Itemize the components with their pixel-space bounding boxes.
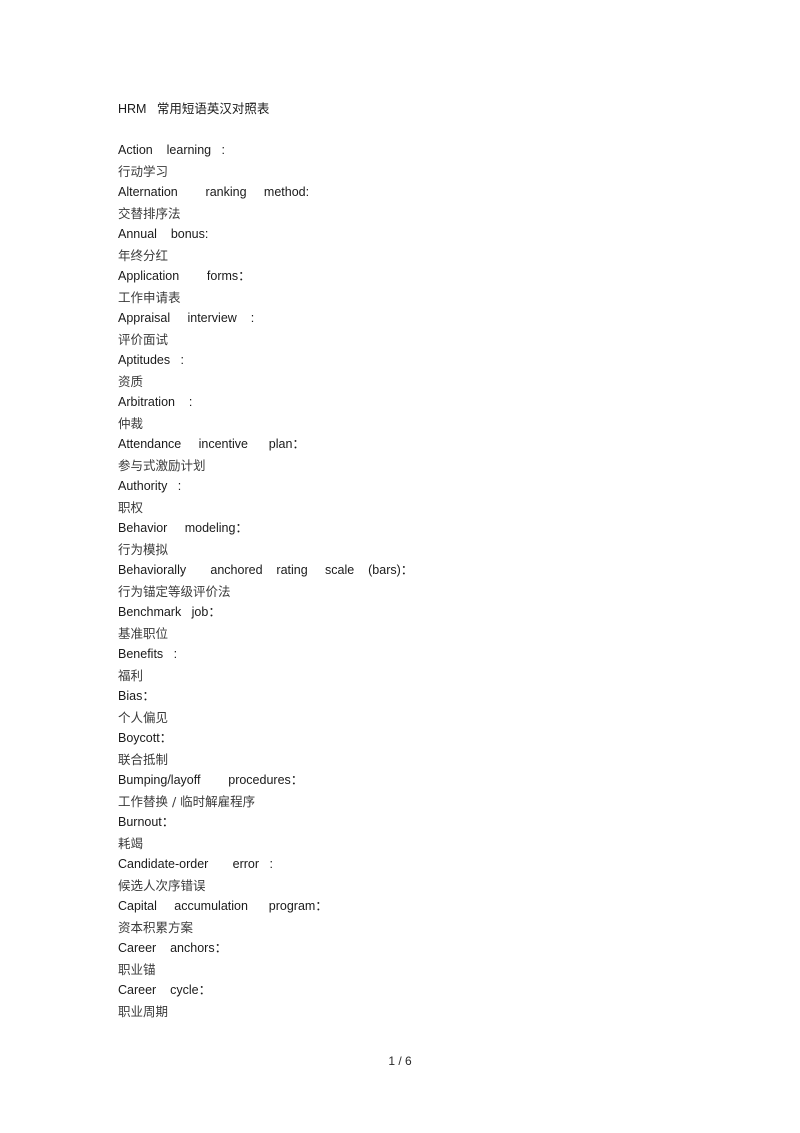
entry-gloss-chinese: 仲裁 bbox=[118, 416, 144, 431]
document-body: HRM 常用短语英汉对照表 Action learning : 行动学习 Alter… bbox=[118, 99, 698, 1022]
entry-gloss-chinese: 行为模拟 bbox=[118, 542, 169, 557]
glossary-entry: Authority : 职权 bbox=[118, 476, 698, 518]
entry-gloss-chinese: 工作申请表 bbox=[118, 290, 181, 305]
entry-gloss-chinese: 福利 bbox=[118, 668, 144, 683]
entry-term-english: Career cycle： bbox=[118, 983, 212, 997]
entry-gloss-chinese: 资本积累方案 bbox=[118, 920, 194, 935]
entry-gloss-chinese: 个人偏见 bbox=[118, 710, 169, 725]
entry-term-english: Appraisal interview : bbox=[118, 311, 255, 325]
entry-gloss-chinese: 行为锚定等级评价法 bbox=[118, 584, 231, 599]
entry-term-english: Attendance incentive plan： bbox=[118, 437, 305, 451]
glossary-entry: Candidate-order error : 候选人次序错误 bbox=[118, 854, 698, 896]
glossary-entry: Appraisal interview : 评价面试 bbox=[118, 308, 698, 350]
glossary-entry: Aptitudes : 资质 bbox=[118, 350, 698, 392]
entry-term-english: Behavior modeling： bbox=[118, 521, 248, 535]
entry-term-english: Action learning : bbox=[118, 143, 226, 157]
entry-term-english: Burnout： bbox=[118, 815, 175, 829]
glossary-entry: Arbitration : 仲裁 bbox=[118, 392, 698, 434]
entry-term-english: Application forms： bbox=[118, 269, 251, 283]
entry-term-english: Bumping/layoff procedures： bbox=[118, 773, 304, 787]
entry-term-english: Bias： bbox=[118, 689, 155, 703]
entry-term-english: Capital accumulation program： bbox=[118, 899, 328, 913]
entry-gloss-chinese: 耗竭 bbox=[118, 836, 144, 851]
entry-term-english: Boycott： bbox=[118, 731, 173, 745]
glossary-entry: Benchmark job： 基准职位 bbox=[118, 602, 698, 644]
entry-term-english: Alternation ranking method: bbox=[118, 185, 310, 199]
glossary-entry: Career anchors： 职业锚 bbox=[118, 938, 698, 980]
glossary-entry: Annual bonus: 年终分红 bbox=[118, 224, 698, 266]
entry-gloss-chinese: 工作替换 / 临时解雇程序 bbox=[118, 794, 256, 809]
document-title: HRM 常用短语英汉对照表 bbox=[118, 102, 270, 116]
glossary-entry: Boycott： 联合抵制 bbox=[118, 728, 698, 770]
entry-gloss-chinese: 年终分红 bbox=[118, 248, 169, 263]
entry-gloss-chinese: 联合抵制 bbox=[118, 752, 169, 767]
entry-term-english: Behaviorally anchored rating scale (bars… bbox=[118, 563, 414, 577]
glossary-entry: Career cycle： 职业周期 bbox=[118, 980, 698, 1022]
glossary-entry-list: Action learning : 行动学习 Alternation ranking… bbox=[118, 140, 698, 1022]
entry-gloss-chinese: 资质 bbox=[118, 374, 144, 389]
glossary-entry: Action learning : 行动学习 bbox=[118, 140, 698, 182]
entry-gloss-chinese: 行动学习 bbox=[118, 164, 169, 179]
glossary-entry: Benefits : 福利 bbox=[118, 644, 698, 686]
entry-gloss-chinese: 评价面试 bbox=[118, 332, 169, 347]
entry-term-english: Candidate-order error : bbox=[118, 857, 273, 871]
glossary-entry: Behavior modeling： 行为模拟 bbox=[118, 518, 698, 560]
glossary-entry: Attendance incentive plan： 参与式激励计划 bbox=[118, 434, 698, 476]
entry-term-english: Aptitudes : bbox=[118, 353, 185, 367]
glossary-entry: Application forms： 工作申请表 bbox=[118, 266, 698, 308]
entry-gloss-chinese: 职业周期 bbox=[118, 1004, 169, 1019]
entry-term-english: Authority : bbox=[118, 479, 182, 493]
glossary-entry: Bumping/layoff procedures： 工作替换 / 临时解雇程序 bbox=[118, 770, 698, 812]
entry-gloss-chinese: 候选人次序错误 bbox=[118, 878, 206, 893]
glossary-entry: Capital accumulation program： 资本积累方案 bbox=[118, 896, 698, 938]
entry-term-english: Annual bonus: bbox=[118, 227, 209, 241]
entry-gloss-chinese: 交替排序法 bbox=[118, 206, 181, 221]
entry-term-english: Benefits : bbox=[118, 647, 178, 661]
title-gap-spacer bbox=[118, 120, 698, 140]
entry-term-english: Benchmark job： bbox=[118, 605, 221, 619]
document-page: HRM 常用短语英汉对照表 Action learning : 行动学习 Alter… bbox=[0, 0, 800, 1133]
entry-gloss-chinese: 基准职位 bbox=[118, 626, 169, 641]
glossary-entry: Burnout： 耗竭 bbox=[118, 812, 698, 854]
entry-gloss-chinese: 参与式激励计划 bbox=[118, 458, 206, 473]
glossary-entry: Alternation ranking method: 交替排序法 bbox=[118, 182, 698, 224]
page-number-footer: 1 / 6 bbox=[388, 1054, 412, 1068]
entry-gloss-chinese: 职权 bbox=[118, 500, 144, 515]
glossary-entry: Bias： 个人偏见 bbox=[118, 686, 698, 728]
glossary-entry: Behaviorally anchored rating scale (bars… bbox=[118, 560, 698, 602]
entry-gloss-chinese: 职业锚 bbox=[118, 962, 156, 977]
entry-term-english: Career anchors： bbox=[118, 941, 228, 955]
entry-term-english: Arbitration : bbox=[118, 395, 193, 409]
